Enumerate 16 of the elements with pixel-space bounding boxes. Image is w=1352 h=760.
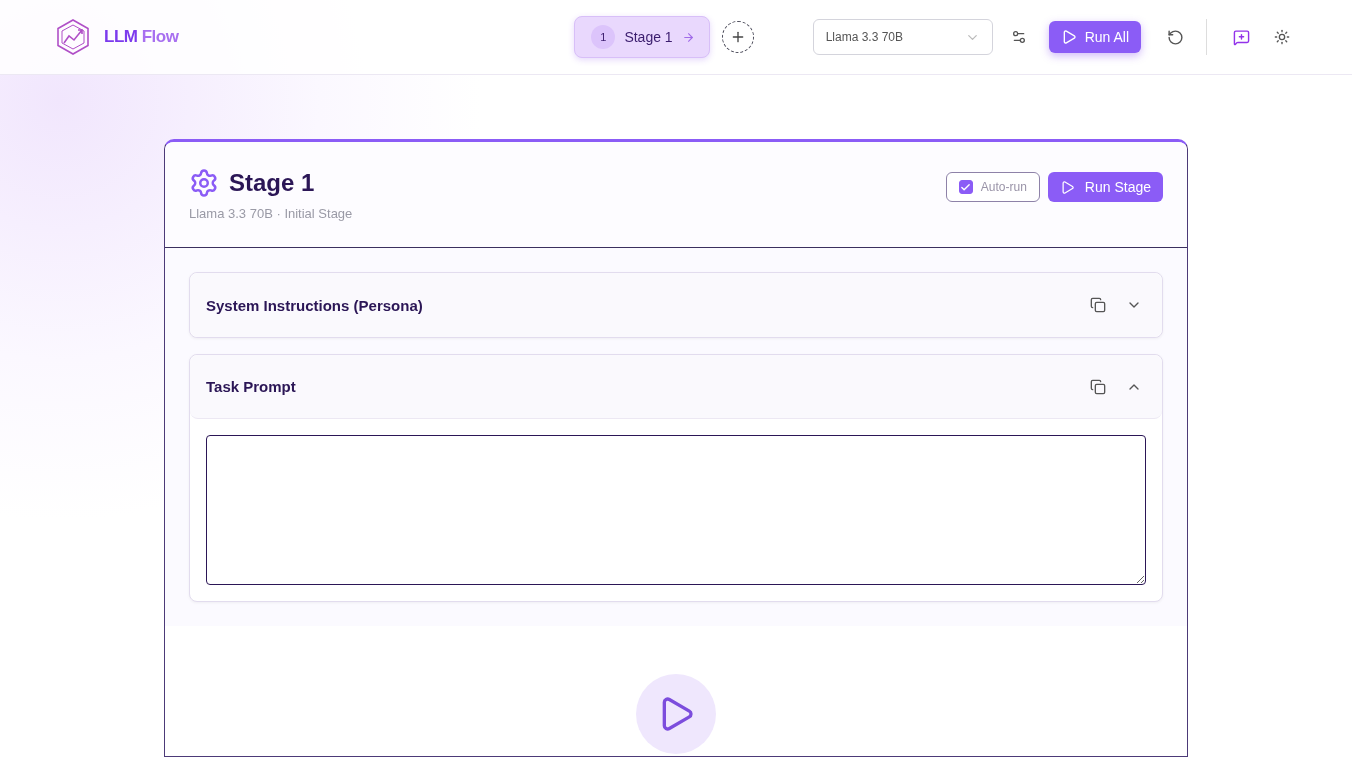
stage-subtitle: Llama 3.3 70B · Initial Stage: [189, 206, 353, 221]
arrow-right-icon: [681, 30, 695, 44]
stage-tab[interactable]: 1 Stage 1: [574, 16, 710, 58]
stage-title: Stage 1: [229, 169, 315, 197]
section-header[interactable]: System Instructions (Persona): [190, 273, 1162, 337]
model-select[interactable]: Llama 3.3 70B: [812, 19, 993, 55]
add-stage-button[interactable]: [721, 21, 754, 53]
run-stage-button[interactable]: Run Stage: [1047, 172, 1163, 202]
settings-icon: [189, 168, 219, 198]
run-all-button[interactable]: Run All: [1048, 21, 1141, 53]
prompt-input-field[interactable]: [206, 435, 1146, 585]
checkbox[interactable]: [958, 180, 973, 194]
play-icon: [1059, 179, 1075, 195]
app-name: LLM Flow: [104, 27, 179, 47]
hexagon-chart-logo-icon: [56, 19, 90, 55]
section-header[interactable]: Task Prompt: [190, 355, 1162, 419]
